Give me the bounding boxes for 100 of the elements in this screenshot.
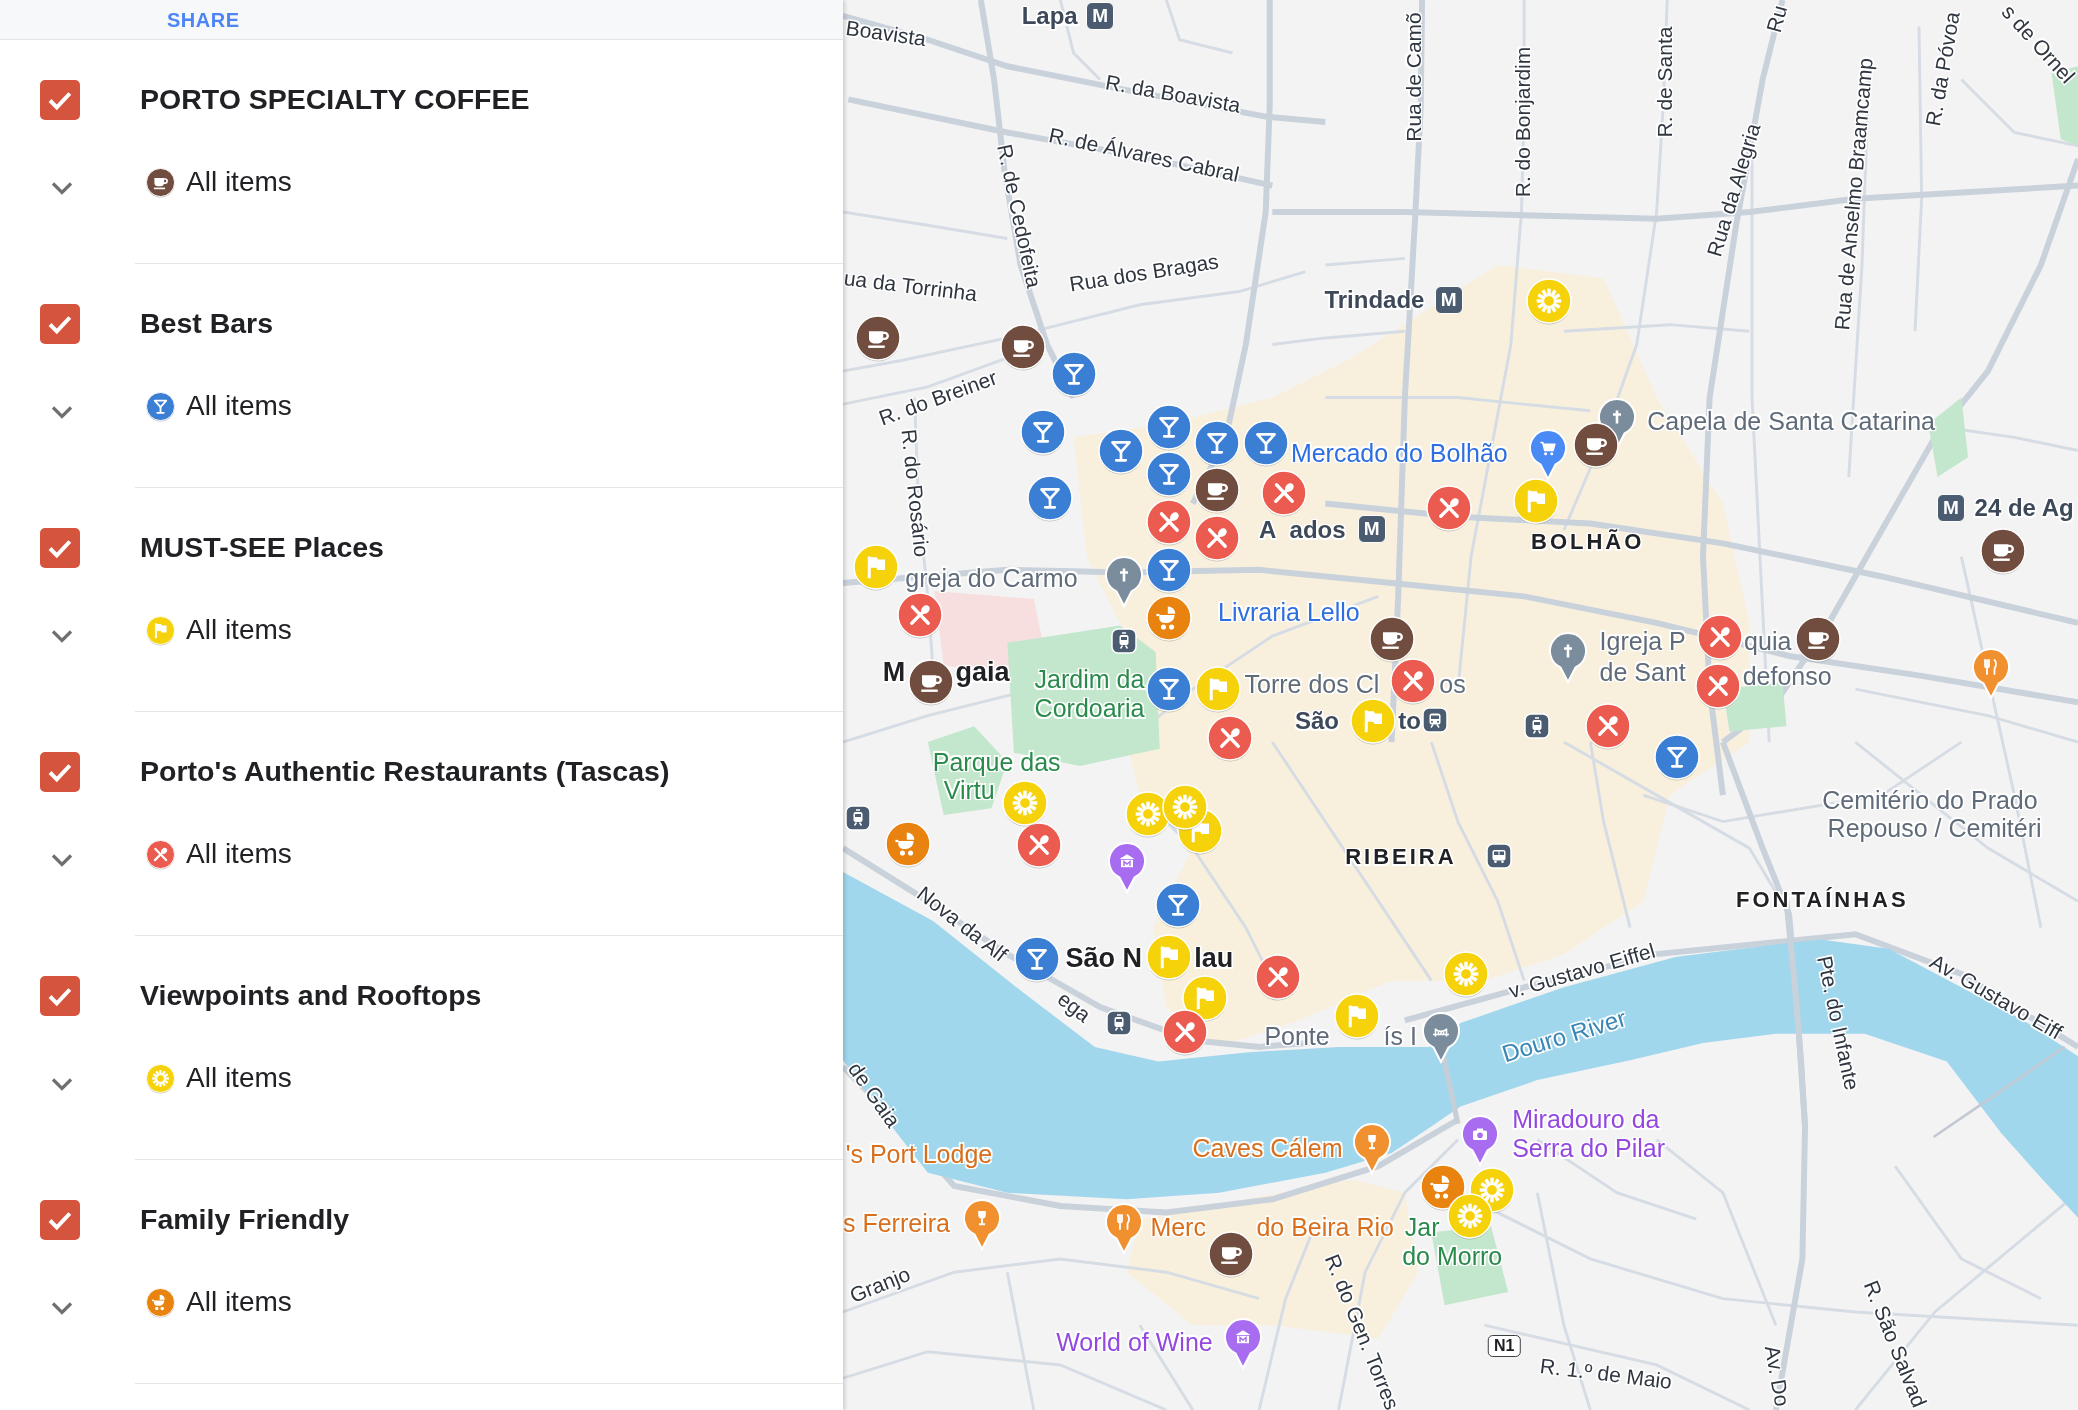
coffee-cup-marker-icon[interactable] <box>1794 614 1843 665</box>
fork-spoon-marker-icon[interactable] <box>895 590 944 641</box>
street-name: Pte. do Infante <box>1812 953 1865 1093</box>
station-name: to <box>1398 707 1421 735</box>
layer-items-entry[interactable]: All items <box>186 838 292 870</box>
cocktail-glass-marker-icon[interactable] <box>1145 545 1193 596</box>
place-name: defonso <box>1742 661 1832 691</box>
district-name: São N <box>1065 943 1143 975</box>
street-name: Boavista <box>844 15 928 51</box>
place-name: quia <box>1744 627 1792 656</box>
street-name: Rua dos Bragas <box>1067 249 1221 297</box>
fork-knife-pin-icon[interactable] <box>1970 647 2011 700</box>
layer-checkbox[interactable] <box>40 528 80 568</box>
cocktail-glass-marker-icon[interactable] <box>1192 418 1241 469</box>
street-name: Rua de Anselmo Braamcamp <box>1830 56 1878 331</box>
metro-sign[interactable]: M <box>1086 1 1115 30</box>
tram-icon[interactable] <box>1105 1010 1132 1036</box>
place-name: s Ferreira <box>843 1208 950 1238</box>
layer-items-entry[interactable]: All items <box>186 1286 292 1318</box>
cocktail-glass-marker-icon[interactable] <box>1154 881 1203 931</box>
sunburst-marker-icon[interactable] <box>1525 276 1574 327</box>
street-name: R. de Álvares Cabral <box>1046 123 1242 187</box>
layer-items-entry[interactable]: All items <box>186 614 292 646</box>
chevron-down-icon[interactable] <box>50 1300 74 1316</box>
place-name: do Beira Rio <box>1256 1212 1394 1242</box>
museum-pin-icon[interactable] <box>1223 1318 1264 1370</box>
cocktail-glass-marker-icon[interactable] <box>1241 418 1290 469</box>
layer-title: Best Bars <box>140 306 274 341</box>
street-name: R. do Breiner <box>876 365 1001 430</box>
wine-glass-pin-icon[interactable] <box>1351 1123 1392 1176</box>
district-name: RIBEIRA <box>1345 844 1457 870</box>
layer-items-entry[interactable]: All items <box>186 166 292 198</box>
layer-items-entry[interactable]: All items <box>186 390 292 422</box>
fork-spoon-marker-icon[interactable] <box>1253 952 1302 1003</box>
cocktail-glass-marker-icon[interactable] <box>1145 402 1193 453</box>
street-name: R. do Rosário <box>896 427 934 558</box>
place-name: os <box>1439 669 1466 699</box>
park-name: Jardim da Cordoaria <box>1033 665 1146 724</box>
district-name: lau <box>1194 943 1234 975</box>
station-name: A <box>1259 516 1277 544</box>
layer-title: PORTO SPECIALTY COFFEE <box>140 82 530 117</box>
chevron-down-icon[interactable] <box>50 1076 74 1092</box>
layer-title: Family Friendly <box>140 1202 350 1237</box>
place-name: World of Wine <box>1056 1327 1213 1357</box>
stroller-marker-icon[interactable] <box>1145 593 1193 644</box>
flag-marker-icon[interactable] <box>1349 696 1397 747</box>
wine-glass-pin-icon[interactable] <box>962 1198 1003 1251</box>
bridge-pin-icon[interactable] <box>1420 1011 1461 1064</box>
layer-items-entry[interactable]: All items <box>186 1062 292 1094</box>
sunburst-marker-icon[interactable] <box>1160 783 1209 833</box>
station-name: Lapa <box>1021 2 1078 30</box>
coffee-cup-marker-icon[interactable] <box>1367 614 1416 665</box>
chevron-down-icon[interactable] <box>50 404 74 420</box>
chevron-down-icon[interactable] <box>50 852 74 868</box>
layer-checkbox[interactable] <box>40 752 80 792</box>
fork-spoon-marker-icon[interactable] <box>1424 483 1473 534</box>
coffee-cup-marker-icon[interactable] <box>853 313 902 364</box>
camera-pin-icon[interactable] <box>1460 1115 1501 1168</box>
chevron-down-icon[interactable] <box>50 180 74 196</box>
street-name: R. 1.º de Maio <box>1539 1354 1674 1395</box>
tram-icon[interactable] <box>1110 628 1137 655</box>
cocktail-glass-marker-icon[interactable] <box>1019 408 1068 458</box>
street-name: R. de Cedofeita <box>992 142 1047 290</box>
fork-spoon-marker-icon[interactable] <box>1260 468 1309 519</box>
cocktail-glass-marker-icon[interactable] <box>1049 349 1098 400</box>
flag-marker-icon[interactable] <box>1512 476 1560 527</box>
street-name: Rua de Camõ <box>1402 12 1426 142</box>
fork-spoon-marker-icon[interactable] <box>1192 514 1241 564</box>
cocktail-glass-marker-icon[interactable] <box>1652 732 1701 783</box>
cart-pin-icon[interactable] <box>1528 428 1568 481</box>
chevron-down-icon[interactable] <box>50 628 74 644</box>
layer-title: MUST-SEE Places <box>140 530 384 565</box>
fork-knife-pin-icon[interactable] <box>1103 1202 1144 1255</box>
sunburst-marker-icon[interactable] <box>1441 950 1490 1000</box>
tram-icon[interactable] <box>1524 713 1551 740</box>
street-name: R. da Boavista <box>1103 70 1243 118</box>
bus-icon[interactable] <box>1485 843 1512 869</box>
street-name: R. de Santa <box>1652 26 1677 138</box>
road-number-sign: N1 <box>1487 1335 1521 1358</box>
museum-pin-icon[interactable] <box>1106 842 1147 895</box>
street-name: ega <box>1052 986 1095 1028</box>
district-name: M <box>882 657 906 689</box>
layer-checkbox[interactable] <box>40 1200 80 1240</box>
cross-pin-icon[interactable] <box>1103 556 1144 609</box>
tram-icon[interactable] <box>844 804 871 831</box>
layer-checkbox[interactable] <box>40 80 80 120</box>
flag-marker-icon[interactable] <box>1145 932 1193 983</box>
street-name: Av. Do <box>1760 1343 1795 1408</box>
district-name: FONTAÍNHAS <box>1736 887 1909 913</box>
coffee-cup-marker-icon[interactable] <box>1207 1229 1256 1280</box>
layer-checkbox[interactable] <box>40 304 80 344</box>
sunburst-marker-icon[interactable] <box>1000 779 1049 829</box>
cross-pin-icon[interactable] <box>1547 631 1588 684</box>
street-name: ua da Torrinha <box>843 266 979 307</box>
train-icon[interactable] <box>1422 706 1449 733</box>
place-name: de Sant <box>1599 657 1686 687</box>
cocktail-glass-marker-icon[interactable] <box>1097 426 1146 477</box>
place-name: Repouso / Cemitéri <box>1827 813 2042 843</box>
street-name: Ru <box>1762 2 1793 35</box>
layer-checkbox[interactable] <box>40 976 80 1016</box>
